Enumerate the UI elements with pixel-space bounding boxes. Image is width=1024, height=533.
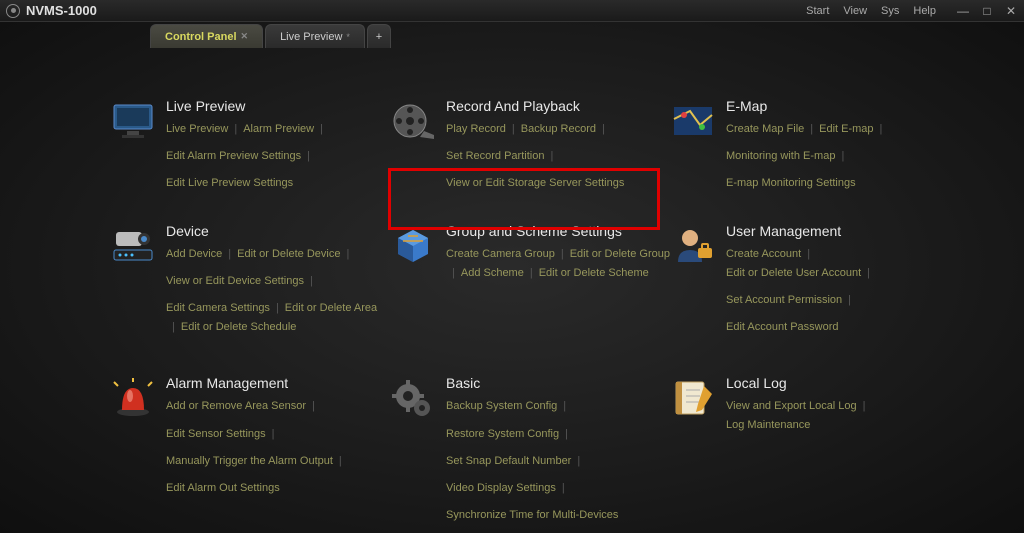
link-alarm-preview[interactable]: Alarm Preview: [243, 120, 314, 147]
module-title: Live Preview: [166, 98, 390, 114]
link-set-record-partition[interactable]: Set Record Partition: [446, 147, 544, 174]
link-edit-delete-user-account[interactable]: Edit or Delete User Account: [726, 264, 861, 291]
alarm-siren-icon: [110, 375, 156, 421]
titlebar: NVMS-1000 Start View Sys Help — □ ✕: [0, 0, 1024, 22]
module-links: Add or Remove Area Sensor| Edit Sensor S…: [166, 397, 390, 497]
module-title: Alarm Management: [166, 375, 390, 391]
window-controls: — □ ✕: [956, 4, 1018, 18]
tab-add[interactable]: +: [367, 24, 391, 48]
module-group-scheme: Group and Scheme Settings Create Camera …: [390, 223, 670, 345]
control-panel-content: Live Preview Live Preview| Alarm Preview…: [0, 48, 1024, 525]
link-view-edit-device-settings[interactable]: View or Edit Device Settings: [166, 272, 304, 299]
tab-close-icon[interactable]: ✕: [241, 31, 249, 42]
link-edit-emap[interactable]: Edit E-map: [819, 120, 873, 147]
maximize-icon[interactable]: □: [980, 4, 994, 18]
link-set-snap-default-number[interactable]: Set Snap Default Number: [446, 452, 571, 479]
film-reel-icon: [390, 98, 436, 144]
link-manually-trigger-alarm[interactable]: Manually Trigger the Alarm Output: [166, 452, 333, 479]
link-video-display-settings[interactable]: Video Display Settings: [446, 479, 556, 506]
module-basic: Basic Backup System Config| Restore Syst…: [390, 375, 670, 524]
module-links: Backup System Config| Restore System Con…: [446, 397, 670, 524]
link-add-device[interactable]: Add Device: [166, 245, 222, 272]
minimize-icon[interactable]: —: [956, 4, 970, 18]
link-edit-delete-area[interactable]: Edit or Delete Area: [285, 299, 377, 318]
link-create-camera-group[interactable]: Create Camera Group: [446, 245, 555, 264]
link-edit-delete-device[interactable]: Edit or Delete Device: [237, 245, 340, 272]
notepad-icon: [670, 375, 716, 421]
user-icon: [670, 223, 716, 269]
link-live-preview[interactable]: Live Preview: [166, 120, 228, 147]
link-edit-alarm-out-settings[interactable]: Edit Alarm Out Settings: [166, 479, 280, 498]
module-alarm-management: Alarm Management Add or Remove Area Sens…: [110, 375, 390, 524]
link-edit-live-preview-settings[interactable]: Edit Live Preview Settings: [166, 174, 293, 193]
link-create-account[interactable]: Create Account: [726, 245, 801, 264]
module-title: E-Map: [726, 98, 950, 114]
monitor-icon: [110, 98, 156, 144]
link-edit-delete-group[interactable]: Edit or Delete Group: [570, 245, 670, 264]
module-links: Live Preview| Alarm Preview| Edit Alarm …: [166, 120, 390, 193]
menu-start[interactable]: Start: [806, 5, 829, 17]
link-emap-monitoring-settings[interactable]: E-map Monitoring Settings: [726, 174, 856, 193]
tab-close-icon[interactable]: *: [346, 32, 350, 42]
link-play-record[interactable]: Play Record: [446, 120, 506, 147]
link-edit-account-password[interactable]: Edit Account Password: [726, 318, 839, 337]
module-links: View and Export Local Log| Log Maintenan…: [726, 397, 950, 434]
module-title: Basic: [446, 375, 670, 391]
module-user-management: User Management Create Account| Edit or …: [670, 223, 950, 345]
tab-bar: Control Panel ✕ Live Preview * +: [0, 22, 1024, 48]
link-view-storage-settings[interactable]: View or Edit Storage Server Settings: [446, 174, 624, 193]
tab-control-panel[interactable]: Control Panel ✕: [150, 24, 263, 48]
module-links: Create Camera Group| Edit or Delete Grou…: [446, 245, 670, 291]
module-record-playback: Record And Playback Play Record| Backup …: [390, 98, 670, 193]
close-icon[interactable]: ✕: [1004, 4, 1018, 18]
link-monitoring-emap[interactable]: Monitoring with E-map: [726, 147, 835, 174]
module-links: Play Record| Backup Record| Set Record P…: [446, 120, 670, 193]
link-log-maintenance[interactable]: Log Maintenance: [726, 416, 810, 435]
module-title: Local Log: [726, 375, 950, 391]
module-links: Create Map File| Edit E-map| Monitoring …: [726, 120, 950, 193]
link-add-scheme[interactable]: Add Scheme: [461, 264, 524, 291]
system-menu: Start View Sys Help: [806, 5, 936, 17]
camera-device-icon: [110, 223, 156, 269]
module-live-preview: Live Preview Live Preview| Alarm Preview…: [110, 98, 390, 193]
link-set-account-permission[interactable]: Set Account Permission: [726, 291, 842, 318]
plus-icon: +: [376, 31, 382, 43]
module-links: Add Device| Edit or Delete Device| View …: [166, 245, 390, 345]
link-add-remove-area-sensor[interactable]: Add or Remove Area Sensor: [166, 397, 306, 424]
module-title: Device: [166, 223, 390, 239]
link-edit-alarm-preview-settings[interactable]: Edit Alarm Preview Settings: [166, 147, 301, 174]
link-view-export-local-log[interactable]: View and Export Local Log: [726, 397, 857, 416]
module-links: Create Account| Edit or Delete User Acco…: [726, 245, 950, 337]
link-edit-delete-schedule[interactable]: Edit or Delete Schedule: [181, 318, 297, 345]
link-edit-sensor-settings[interactable]: Edit Sensor Settings: [166, 425, 266, 452]
app-logo-icon: [6, 4, 20, 18]
module-title: Record And Playback: [446, 98, 670, 114]
module-title: User Management: [726, 223, 950, 239]
gear-icon: [390, 375, 436, 421]
link-sync-time-multi-devices[interactable]: Synchronize Time for Multi-Devices: [446, 506, 618, 525]
menu-help[interactable]: Help: [913, 5, 936, 17]
tab-label: Control Panel: [165, 31, 237, 43]
link-edit-camera-settings[interactable]: Edit Camera Settings: [166, 299, 270, 318]
tab-label: Live Preview: [280, 31, 342, 43]
link-backup-system-config[interactable]: Backup System Config: [446, 397, 557, 424]
link-restore-system-config[interactable]: Restore System Config: [446, 425, 559, 452]
link-backup-record[interactable]: Backup Record: [521, 120, 596, 147]
module-emap: E-Map Create Map File| Edit E-map| Monit…: [670, 98, 950, 193]
cube-group-icon: [390, 223, 436, 269]
module-device: Device Add Device| Edit or Delete Device…: [110, 223, 390, 345]
module-local-log: Local Log View and Export Local Log| Log…: [670, 375, 950, 524]
menu-view[interactable]: View: [843, 5, 867, 17]
map-icon: [670, 98, 716, 144]
menu-sys[interactable]: Sys: [881, 5, 899, 17]
module-title: Group and Scheme Settings: [446, 223, 670, 239]
link-create-map-file[interactable]: Create Map File: [726, 120, 804, 147]
tab-live-preview[interactable]: Live Preview *: [265, 24, 365, 48]
app-title: NVMS-1000: [26, 3, 97, 18]
link-edit-delete-scheme[interactable]: Edit or Delete Scheme: [539, 264, 649, 291]
